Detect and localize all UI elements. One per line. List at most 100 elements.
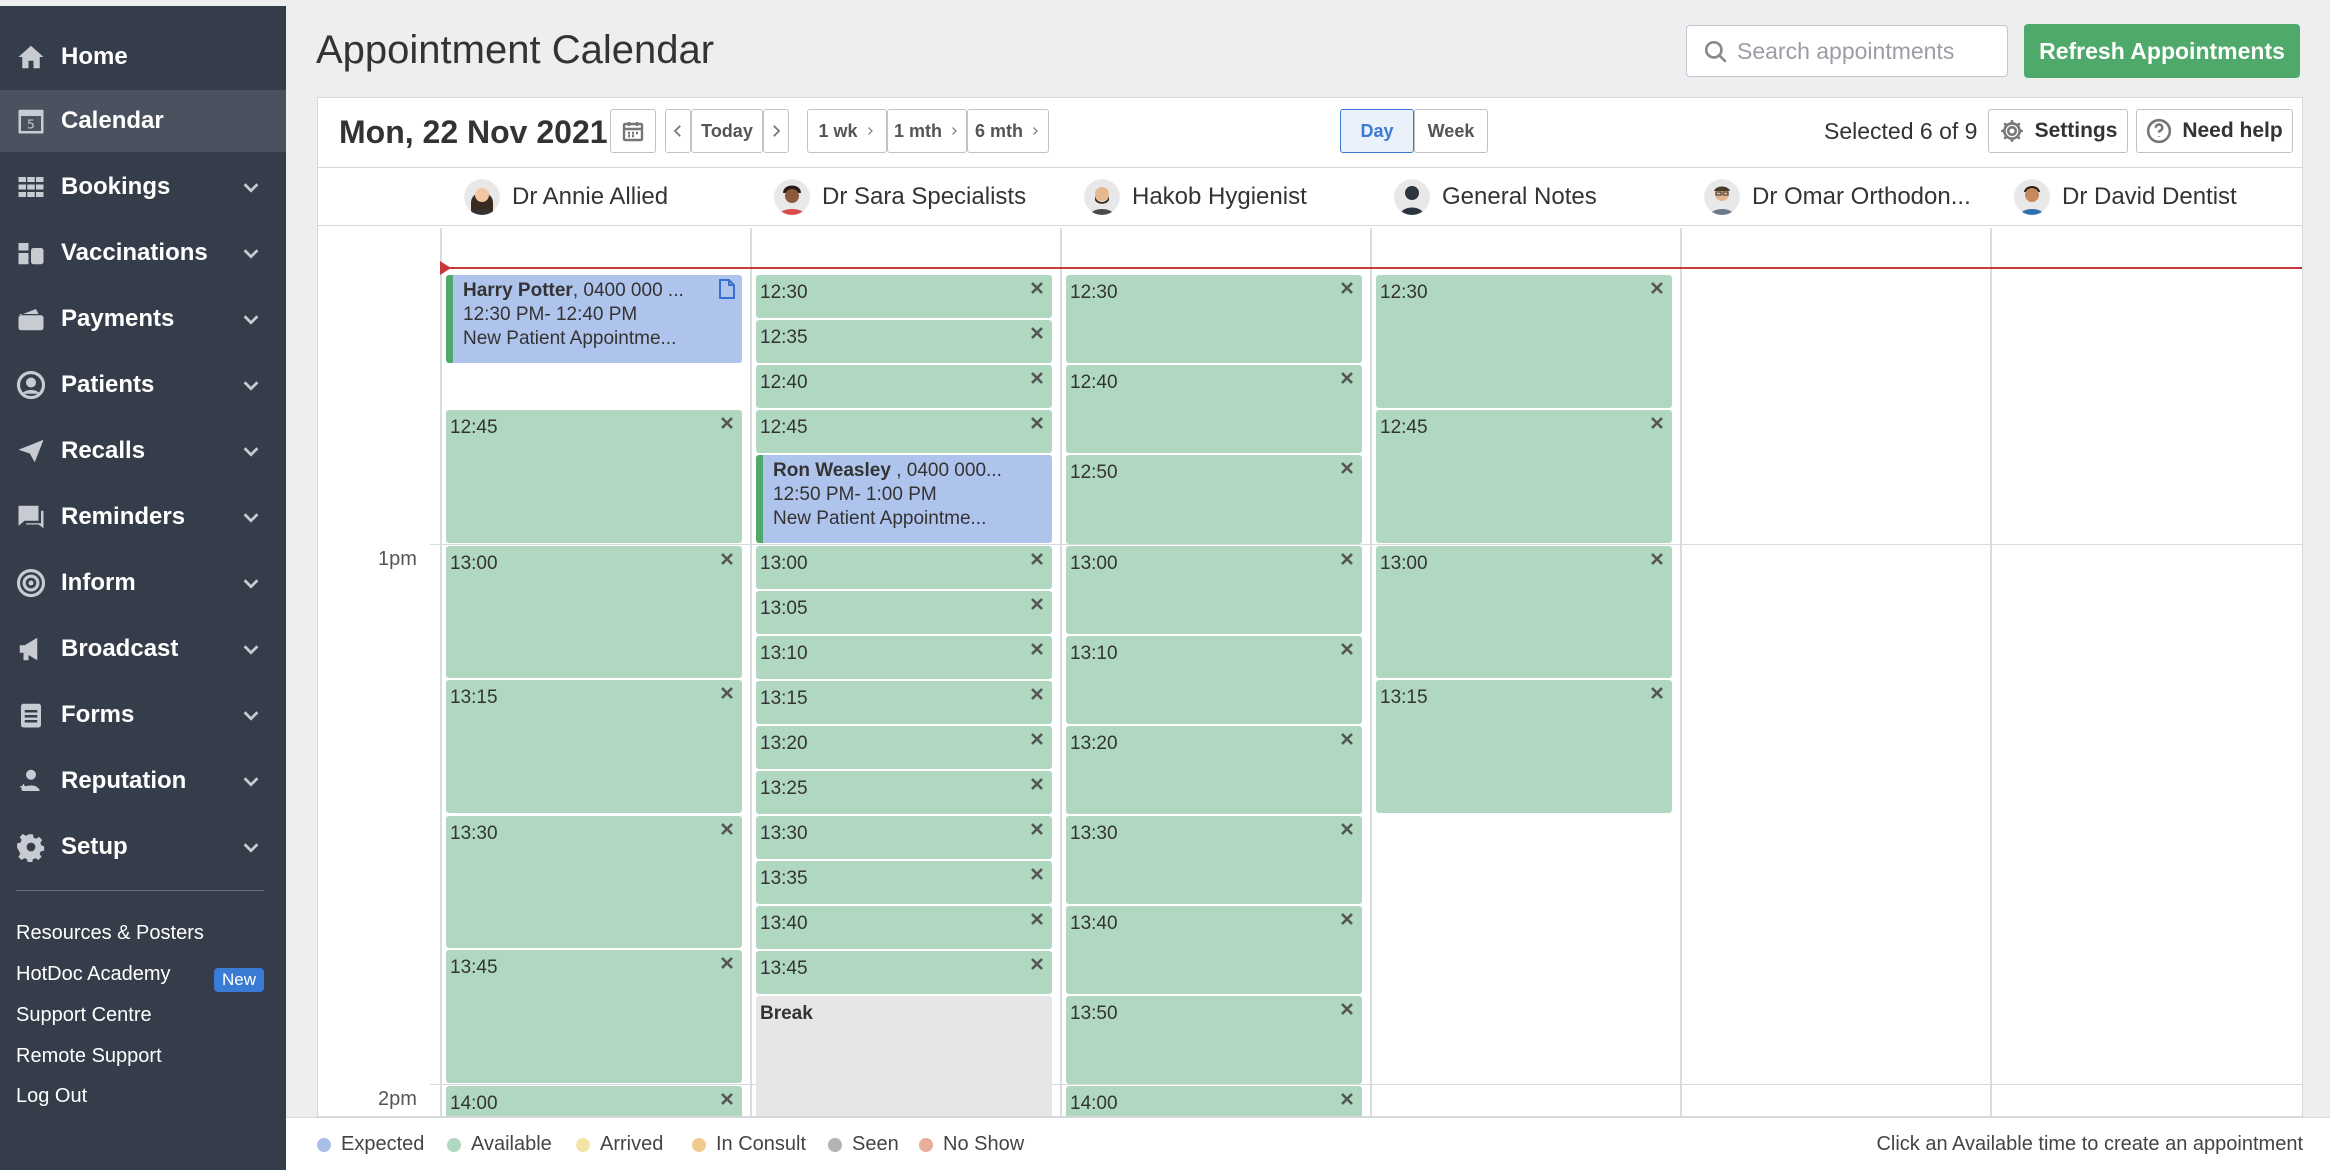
available-slot[interactable]: 13:10: [756, 636, 1052, 679]
available-slot[interactable]: 13:45: [446, 950, 742, 1083]
jump-6-month-button[interactable]: 6 mth: [967, 109, 1049, 153]
close-icon[interactable]: [1650, 550, 1664, 565]
close-icon[interactable]: [1030, 730, 1044, 745]
close-icon[interactable]: [1340, 1090, 1354, 1105]
available-slot[interactable]: 13:10: [1066, 636, 1362, 724]
available-slot[interactable]: 12:30: [1066, 275, 1362, 363]
available-slot[interactable]: 14:00: [446, 1086, 742, 1116]
need-help-button[interactable]: Need help: [2136, 109, 2293, 153]
week-view-tab[interactable]: Week: [1414, 109, 1488, 153]
close-icon[interactable]: [1340, 459, 1354, 474]
close-icon[interactable]: [1030, 550, 1044, 565]
jump-1-week-button[interactable]: 1 wk: [807, 109, 887, 153]
appointment-card[interactable]: Harry Potter, 0400 000 ... 12:30 PM- 12:…: [446, 275, 742, 363]
available-slot[interactable]: 13:40: [756, 906, 1052, 949]
provider-header-david[interactable]: Dr David Dentist: [2014, 168, 2237, 226]
close-icon[interactable]: [1030, 820, 1044, 835]
close-icon[interactable]: [1030, 369, 1044, 384]
available-slot[interactable]: 13:00: [1376, 546, 1672, 678]
provider-header-sara[interactable]: Dr Sara Specialists: [774, 168, 1026, 226]
nav-forms[interactable]: Forms: [0, 684, 286, 746]
date-picker-button[interactable]: [610, 109, 656, 153]
close-icon[interactable]: [1340, 820, 1354, 835]
available-slot[interactable]: 13:00: [446, 546, 742, 678]
close-icon[interactable]: [1030, 910, 1044, 925]
nav-bookings[interactable]: Bookings: [0, 156, 286, 218]
nav-reputation[interactable]: Reputation: [0, 750, 286, 812]
next-day-button[interactable]: [763, 109, 789, 153]
nav-inform[interactable]: Inform: [0, 552, 286, 614]
available-slot[interactable]: 13:40: [1066, 906, 1362, 994]
available-slot[interactable]: 13:35: [756, 861, 1052, 904]
close-icon[interactable]: [1340, 369, 1354, 384]
close-icon[interactable]: [720, 414, 734, 429]
available-slot[interactable]: 13:50: [1066, 996, 1362, 1084]
available-slot[interactable]: 13:25: [756, 771, 1052, 814]
close-icon[interactable]: [1030, 324, 1044, 339]
link-resources-posters[interactable]: Resources & Posters: [16, 922, 204, 945]
available-slot[interactable]: 14:00: [1066, 1086, 1362, 1116]
link-log-out[interactable]: Log Out: [16, 1085, 87, 1108]
refresh-appointments-button[interactable]: Refresh Appointments: [2024, 24, 2300, 78]
search-input[interactable]: [1737, 34, 1997, 68]
nav-payments[interactable]: Payments: [0, 288, 286, 350]
close-icon[interactable]: [1030, 865, 1044, 880]
nav-home[interactable]: Home: [0, 26, 286, 88]
settings-button[interactable]: Settings: [1988, 109, 2128, 153]
nav-patients[interactable]: Patients: [0, 354, 286, 416]
available-slot[interactable]: 13:05: [756, 591, 1052, 634]
link-remote-support[interactable]: Remote Support: [16, 1045, 162, 1068]
available-slot[interactable]: 13:00: [756, 546, 1052, 589]
available-slot[interactable]: 12:40: [756, 365, 1052, 408]
close-icon[interactable]: [1650, 279, 1664, 294]
close-icon[interactable]: [1340, 1000, 1354, 1015]
link-hotdoc-academy[interactable]: HotDoc Academy: [16, 963, 171, 986]
nav-vaccinations[interactable]: Vaccinations: [0, 222, 286, 284]
close-icon[interactable]: [1030, 685, 1044, 700]
close-icon[interactable]: [1650, 414, 1664, 429]
available-slot[interactable]: 13:15: [446, 680, 742, 813]
close-icon[interactable]: [1340, 730, 1354, 745]
available-slot[interactable]: 12:45: [1376, 410, 1672, 543]
close-icon[interactable]: [1340, 910, 1354, 925]
available-slot[interactable]: 12:35: [756, 320, 1052, 363]
available-slot[interactable]: 13:00: [1066, 546, 1362, 634]
close-icon[interactable]: [1340, 640, 1354, 655]
available-slot[interactable]: 12:30: [756, 275, 1052, 318]
jump-1-month-button[interactable]: 1 mth: [887, 109, 967, 153]
nav-setup[interactable]: Setup: [0, 816, 286, 878]
nav-broadcast[interactable]: Broadcast: [0, 618, 286, 680]
today-button[interactable]: Today: [691, 109, 763, 153]
available-slot[interactable]: 12:45: [756, 410, 1052, 453]
available-slot[interactable]: 13:20: [1066, 726, 1362, 814]
provider-header-hakob[interactable]: Hakob Hygienist: [1084, 168, 1307, 226]
appointment-card[interactable]: Ron Weasley , 0400 000... 12:50 PM- 1:00…: [756, 455, 1052, 543]
close-icon[interactable]: [720, 1090, 734, 1105]
prev-day-button[interactable]: [665, 109, 691, 153]
available-slot[interactable]: 12:50: [1066, 455, 1362, 544]
provider-header-annie[interactable]: Dr Annie Allied: [464, 168, 668, 226]
day-view-tab[interactable]: Day: [1340, 109, 1414, 153]
available-slot[interactable]: 12:45: [446, 410, 742, 543]
close-icon[interactable]: [1030, 414, 1044, 429]
available-slot[interactable]: 13:20: [756, 726, 1052, 769]
close-icon[interactable]: [720, 684, 734, 699]
available-slot[interactable]: 13:45: [756, 951, 1052, 994]
nav-reminders[interactable]: Reminders: [0, 486, 286, 548]
close-icon[interactable]: [1030, 595, 1044, 610]
close-icon[interactable]: [720, 820, 734, 835]
close-icon[interactable]: [1340, 550, 1354, 565]
available-slot[interactable]: 13:15: [1376, 680, 1672, 813]
close-icon[interactable]: [1030, 279, 1044, 294]
available-slot[interactable]: 13:15: [756, 681, 1052, 724]
link-support-centre[interactable]: Support Centre: [16, 1004, 152, 1027]
provider-header-general-notes[interactable]: General Notes: [1394, 168, 1597, 226]
close-icon[interactable]: [1340, 279, 1354, 294]
available-slot[interactable]: 13:30: [1066, 816, 1362, 904]
available-slot[interactable]: 13:30: [446, 816, 742, 948]
close-icon[interactable]: [720, 954, 734, 969]
close-icon[interactable]: [1030, 955, 1044, 970]
nav-calendar[interactable]: 5 Calendar: [0, 90, 286, 152]
close-icon[interactable]: [1030, 775, 1044, 790]
close-icon[interactable]: [1030, 640, 1044, 655]
